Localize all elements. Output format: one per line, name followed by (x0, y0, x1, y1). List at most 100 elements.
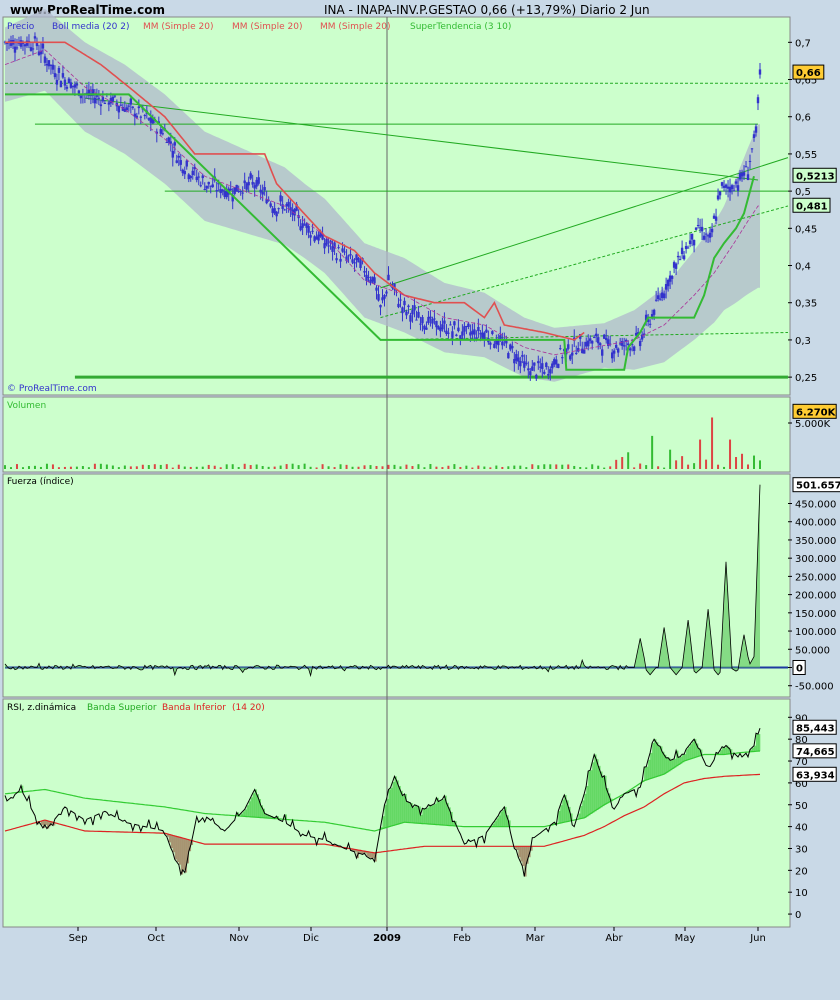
fuerza-last-value: 501.657 (796, 481, 840, 492)
rsi-below-band (182, 838, 186, 870)
rsi-above-band (692, 741, 695, 759)
candle-body (455, 334, 458, 336)
candle-body (559, 348, 562, 350)
candle-body (353, 262, 356, 264)
candle-body (708, 232, 712, 238)
volume-bar (495, 465, 498, 469)
candle-body (622, 345, 626, 347)
candle-body (277, 208, 280, 210)
candle-body (527, 368, 530, 371)
candle-body (752, 134, 756, 138)
fuerza-ytick: 300.000 (795, 554, 836, 565)
volume-bar (207, 464, 210, 469)
price-ytick: 0,7 (795, 38, 811, 49)
rsi-above-band (558, 810, 561, 824)
volume-bar (411, 466, 414, 469)
rsi-below-band (172, 835, 176, 853)
candle-body (419, 323, 422, 325)
volume-bar (651, 435, 654, 469)
rsi-above-band (584, 793, 587, 818)
candle-body (569, 355, 572, 360)
banda-inferior-value: 63,934 (796, 770, 835, 781)
candle-body (279, 195, 282, 202)
candle-body (599, 343, 602, 346)
candle-body (385, 291, 388, 294)
candle-body (457, 327, 460, 332)
candle-body (591, 340, 594, 344)
volume-bar (759, 460, 761, 469)
candle-body (383, 294, 386, 299)
candle-body (421, 317, 424, 324)
volume-bar (567, 464, 570, 469)
rsi-above-band (666, 757, 669, 773)
volume-bar (603, 467, 606, 469)
candle-body (407, 305, 410, 308)
candle-body (203, 188, 206, 190)
volume-bar (69, 466, 72, 469)
candle-body (730, 185, 734, 190)
candle-body (537, 361, 540, 364)
candle-body (327, 245, 330, 247)
candle-body (351, 259, 354, 263)
volume-bar (735, 457, 738, 469)
rsi-above-band (654, 739, 657, 778)
rsi-above-band (248, 801, 251, 817)
xtick-label: Nov (229, 933, 249, 944)
rsi-above-band (648, 759, 651, 780)
volume-bar (513, 465, 516, 469)
rsi-above-band (384, 804, 387, 829)
candle-body (750, 148, 754, 150)
fuerza-zero-value: 0 (796, 663, 803, 674)
price-ytick: 0,6 (795, 113, 811, 124)
price-ytick: 0,45 (795, 224, 817, 235)
legend-mm-1: MM (Simple 20) (143, 22, 213, 32)
volume-bar (231, 464, 234, 469)
candle-body (714, 216, 718, 221)
volume-bar (711, 417, 714, 469)
fuerza-ytick: 350.000 (795, 536, 836, 547)
volume-bar (405, 464, 408, 469)
candle-body (694, 227, 698, 230)
candle-body (367, 276, 370, 278)
volume-bar (633, 467, 636, 469)
volume-bar (693, 463, 696, 469)
candle-body (758, 69, 762, 75)
rsi-value: 85,443 (796, 723, 835, 734)
volume-bar (579, 467, 582, 469)
candle-body (575, 352, 578, 354)
candle-body (269, 203, 272, 207)
legend-supertendencia: SuperTendencia (3 10) (410, 22, 511, 32)
candle-body (431, 318, 434, 324)
volume-bar (441, 467, 444, 469)
rsi-above-band (382, 816, 385, 829)
rsi-ytick: 40 (795, 823, 808, 834)
candle-body (519, 360, 522, 367)
volume-bar (255, 464, 258, 469)
candle-body (229, 188, 232, 191)
candle-body (397, 303, 400, 308)
rsi-above-band (414, 804, 417, 823)
volume-bar (273, 466, 276, 469)
rsi-above-band (688, 746, 691, 760)
candle-body (119, 104, 123, 106)
candle-body (275, 211, 278, 217)
candle-body (583, 349, 586, 354)
price-ytick: 0,25 (795, 373, 817, 384)
volume-bar (279, 465, 282, 469)
candle-body (175, 160, 178, 163)
candle-body (197, 176, 200, 178)
candle-body (483, 332, 486, 340)
volume-bar (657, 466, 660, 469)
rsi-above-band (500, 811, 503, 827)
candle-body (251, 181, 254, 185)
candle-body (137, 106, 141, 109)
volume-bar (381, 466, 384, 469)
rsi-ytick: 20 (795, 866, 808, 877)
candle-body (461, 331, 464, 336)
rsi-above-band (720, 750, 723, 755)
volume-bar (561, 464, 564, 469)
candle-body (746, 174, 750, 180)
candle-body (595, 333, 598, 337)
rsi-above-band (502, 809, 505, 827)
volume-bar (729, 439, 732, 469)
